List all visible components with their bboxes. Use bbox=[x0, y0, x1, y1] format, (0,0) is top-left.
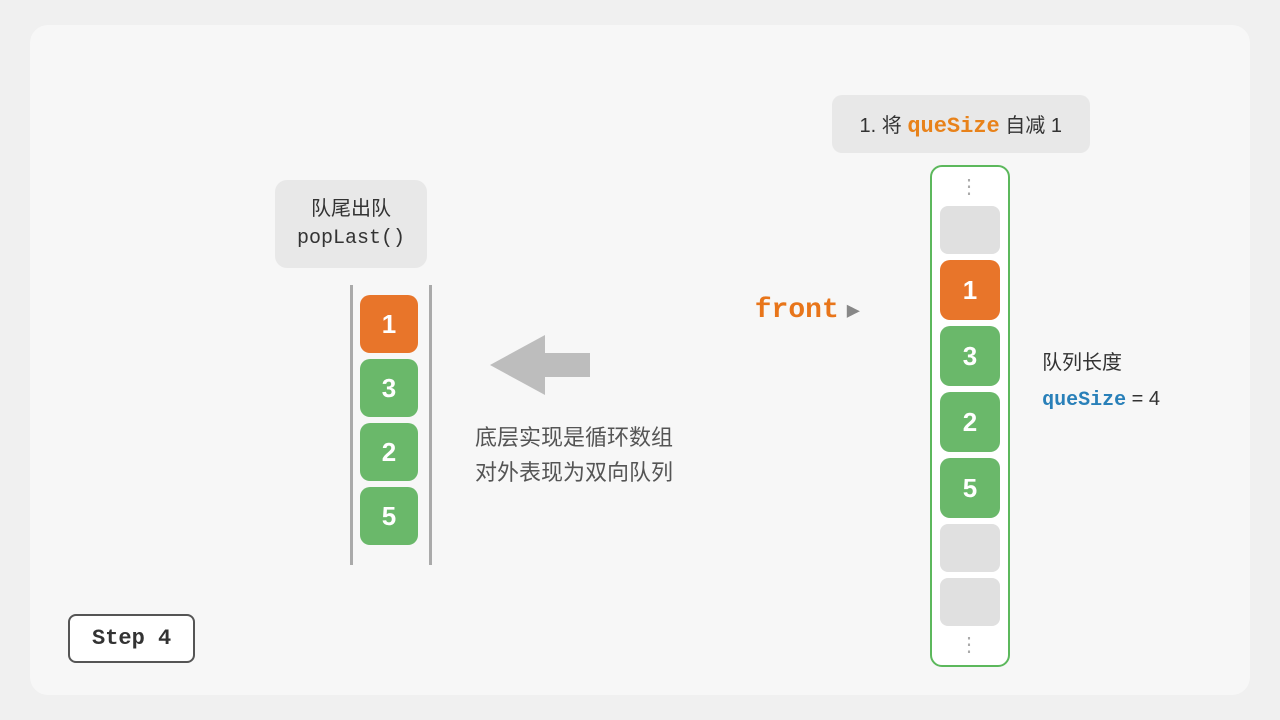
top-dots: ⋮ bbox=[959, 171, 981, 203]
queue-size-expr: queSize = 4 bbox=[1042, 381, 1160, 419]
queue-length-label: 队列长度 bbox=[1042, 345, 1160, 381]
left-cell-2: 3 bbox=[360, 359, 418, 417]
slide: 1. 将 queSize 自减 1 队尾出队 popLast() 1 3 2 5… bbox=[30, 25, 1250, 695]
front-text: front bbox=[755, 295, 839, 326]
right-cell-orange: 1 bbox=[940, 260, 1000, 320]
right-cell-empty-top bbox=[940, 206, 1000, 254]
right-cell-green-5: 5 bbox=[940, 458, 1000, 518]
right-column: ⋮ 1 3 2 5 ⋮ bbox=[930, 165, 1010, 667]
right-cell-empty-bot bbox=[940, 578, 1000, 626]
step-label: Step 4 bbox=[92, 626, 171, 651]
description-text: 底层实现是循环数组 对外表现为双向队列 bbox=[475, 420, 673, 490]
right-cell-green-2: 2 bbox=[940, 392, 1000, 452]
tooltip-suffix: 自减 1 bbox=[1000, 115, 1062, 137]
right-cell-empty-mid bbox=[940, 524, 1000, 572]
left-cell-3: 2 bbox=[360, 423, 418, 481]
desc-line1: 底层实现是循环数组 bbox=[475, 420, 673, 455]
step-badge: Step 4 bbox=[68, 614, 195, 663]
front-label: front ▶ bbox=[755, 295, 860, 326]
right-cell-green-3: 3 bbox=[940, 326, 1000, 386]
arrow-left-icon bbox=[490, 335, 590, 400]
front-arrow-icon: ▶ bbox=[847, 298, 860, 324]
pop-label: 队尾出队 popLast() bbox=[275, 180, 427, 268]
left-list: 1 3 2 5 bbox=[360, 295, 418, 551]
tooltip-keyword: queSize bbox=[907, 114, 999, 139]
bottom-dots: ⋮ bbox=[959, 629, 981, 661]
tooltip-box: 1. 将 queSize 自减 1 bbox=[832, 95, 1090, 153]
desc-line2: 对外表现为双向队列 bbox=[475, 455, 673, 490]
queue-info: 队列长度 queSize = 4 bbox=[1042, 345, 1160, 419]
quesize-var: queSize bbox=[1042, 389, 1126, 412]
left-cell-4: 5 bbox=[360, 487, 418, 545]
quesize-eq: = 4 bbox=[1126, 388, 1160, 410]
pop-label-line2: popLast() bbox=[297, 224, 405, 254]
tooltip-prefix: 1. 将 bbox=[860, 115, 908, 137]
pop-label-line1: 队尾出队 bbox=[297, 194, 405, 224]
left-cell-1: 1 bbox=[360, 295, 418, 353]
